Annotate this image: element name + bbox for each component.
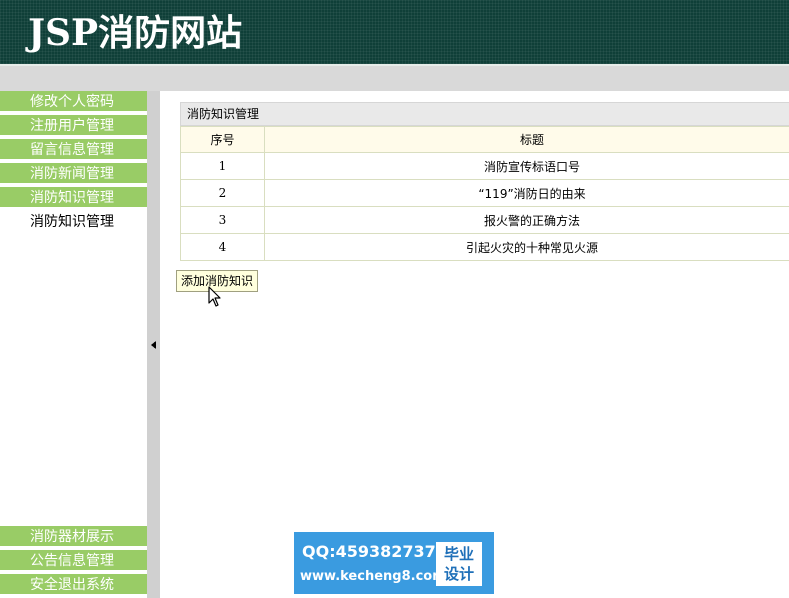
- top-toolbar-strip: [0, 66, 789, 91]
- row-num: 3: [180, 206, 265, 234]
- knowledge-table: 序号 标题 1 消防宣传标语口号 2 “119”消防日的由来 3 报火警的正确方…: [180, 126, 789, 261]
- row-title[interactable]: 消防宣传标语口号: [264, 152, 789, 180]
- watermark-url: www.kecheng8.com: [300, 569, 446, 584]
- column-header-num: 序号: [180, 126, 265, 153]
- table-row: 1 消防宣传标语口号: [180, 152, 789, 180]
- row-title[interactable]: 报火警的正确方法: [264, 206, 789, 234]
- table-header-row: 序号 标题: [180, 126, 789, 153]
- mouse-cursor-icon: [208, 286, 221, 307]
- sidebar-item-message-management[interactable]: 留言信息管理: [0, 139, 147, 161]
- sidebar-subitem-knowledge-management[interactable]: 消防知识管理: [0, 211, 147, 233]
- row-num: 4: [180, 233, 265, 261]
- watermark-box-line1: 毕业: [443, 545, 474, 563]
- sidebar-item-knowledge-management[interactable]: 消防知识管理: [0, 187, 147, 209]
- sidebar-item-news-management[interactable]: 消防新闻管理: [0, 163, 147, 185]
- column-header-title: 标题: [264, 126, 789, 153]
- row-title[interactable]: “119”消防日的由来: [264, 179, 789, 207]
- knowledge-panel: 消防知识管理 序号 标题 1 消防宣传标语口号 2 “119”消防日的由来 3 …: [180, 102, 789, 261]
- sidebar-item-user-management[interactable]: 注册用户管理: [0, 115, 147, 137]
- sidebar-item-change-password[interactable]: 修改个人密码: [0, 91, 147, 113]
- sidebar-menu: 修改个人密码 注册用户管理 留言信息管理 消防新闻管理 消防知识管理 消防知识管…: [0, 91, 147, 598]
- watermark-logo-box: 毕业 设计: [436, 542, 482, 586]
- watermark-qq: QQ:459382737: [302, 542, 436, 561]
- sidebar-item-logout[interactable]: 安全退出系统: [0, 574, 147, 596]
- table-row: 3 报火警的正确方法: [180, 206, 789, 234]
- site-header: JSP消防网站: [0, 0, 789, 66]
- table-row: 2 “119”消防日的由来: [180, 179, 789, 207]
- row-num: 1: [180, 152, 265, 180]
- row-title[interactable]: 引起火灾的十种常见火源: [264, 233, 789, 261]
- collapse-arrow-icon[interactable]: [151, 341, 156, 349]
- table-row: 4 引起火灾的十种常见火源: [180, 233, 789, 261]
- watermark-badge: QQ:459382737 www.kecheng8.com 毕业 设计: [294, 532, 494, 594]
- row-num: 2: [180, 179, 265, 207]
- watermark-box-line2: 设计: [443, 565, 474, 583]
- panel-title: 消防知识管理: [180, 102, 789, 126]
- sidebar-item-equipment-display[interactable]: 消防器材展示: [0, 526, 147, 548]
- site-title: JSP消防网站: [28, 12, 243, 54]
- sidebar-item-notice-management[interactable]: 公告信息管理: [0, 550, 147, 572]
